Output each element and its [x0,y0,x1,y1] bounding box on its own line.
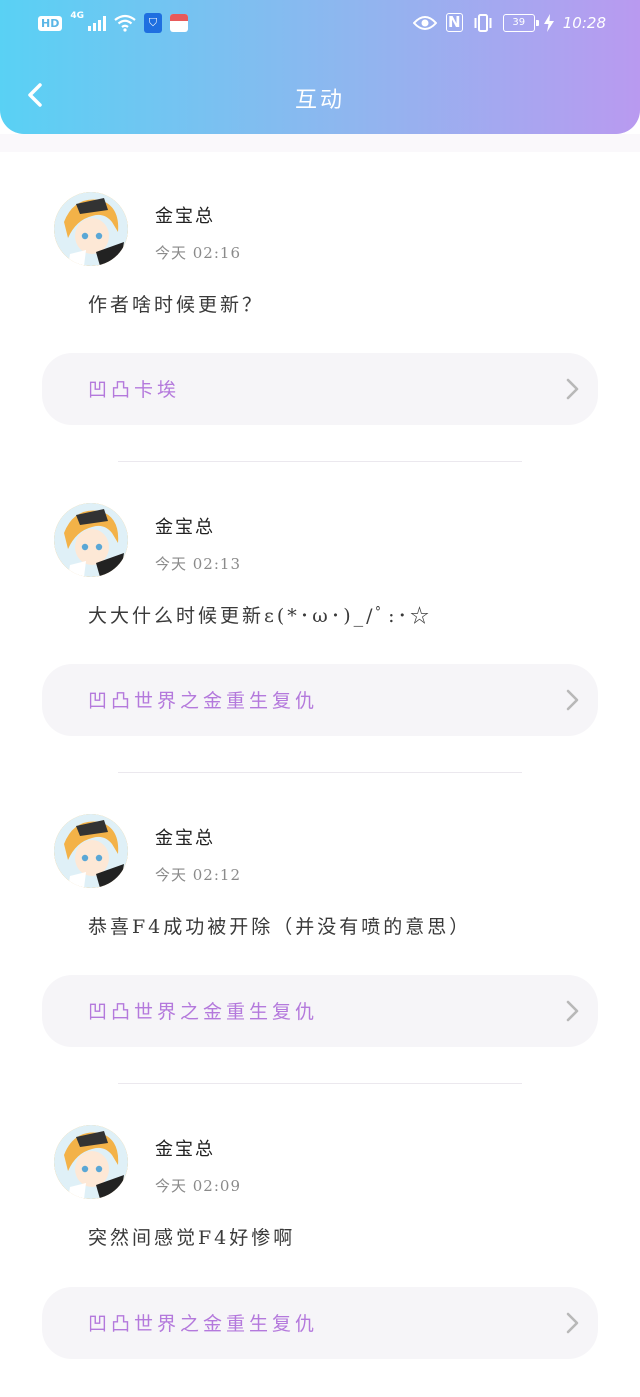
status-time: 10:28 [562,13,606,32]
notification-app-icon [170,14,188,32]
book-title: 凹凸卡埃 [88,379,181,401]
username: 金宝总 [155,206,215,227]
status-left: HD 4G ⛉ [38,11,188,33]
avatar[interactable] [54,1125,128,1199]
security-app-icon: ⛉ [144,13,162,33]
comment-card: 金宝总 今天 02:16 作者啥时候更新？ 凹凸卡埃 [0,152,640,464]
book-link[interactable]: 凹凸世界之金重生复仇 [42,664,598,736]
status-right: N 39 10:28 [412,13,606,32]
comment-text: 作者啥时候更新？ [88,294,265,316]
chevron-right-icon [566,689,579,711]
book-title: 凹凸世界之金重生复仇 [88,1313,319,1335]
comment-time: 今天 02:13 [155,555,241,573]
username: 金宝总 [155,828,215,849]
book-link[interactable]: 凹凸卡埃 [42,353,598,425]
comment-card: 金宝总 今天 02:09 突然间感觉F4好惨啊 凹凸世界之金重生复仇 [0,1085,640,1397]
wifi-icon [114,14,136,32]
comment-text: 大大什么时候更新ε(*･ω･)_/ﾟ:･☆ [88,605,432,627]
book-link[interactable]: 凹凸世界之金重生复仇 [42,1287,598,1359]
header-bar: HD 4G ⛉ N 39 10:28 互动 [0,0,640,134]
book-link[interactable]: 凹凸世界之金重生复仇 [42,975,598,1047]
username: 金宝总 [155,517,215,538]
signal-icon [88,15,106,31]
comment-time: 今天 02:12 [155,866,241,884]
comment-text: 恭喜F4成功被开除（并没有喷的意思） [88,916,472,938]
eye-icon [412,15,437,30]
divider [118,1083,522,1084]
hd-badge: HD [38,15,63,31]
avatar[interactable] [54,814,128,888]
battery-icon: 39 [502,13,539,32]
avatar[interactable] [54,192,128,266]
username: 金宝总 [155,1139,215,1160]
chevron-right-icon [566,378,579,400]
vibrate-icon [474,13,492,32]
comment-time: 今天 02:16 [155,244,241,262]
header-spacer [0,134,640,152]
network-type: 4G [70,11,84,21]
status-bar: HD 4G ⛉ N 39 10:28 [0,0,640,50]
book-title: 凹凸世界之金重生复仇 [88,1001,319,1023]
page-title: 互动 [294,88,345,113]
comment-text: 突然间感觉F4好惨啊 [88,1227,296,1249]
comment-card: 金宝总 今天 02:13 大大什么时候更新ε(*･ω･)_/ﾟ:･☆ 凹凸世界之… [0,463,640,775]
divider [118,772,522,773]
comment-card: 金宝总 今天 02:12 恭喜F4成功被开除（并没有喷的意思） 凹凸世界之金重生… [0,774,640,1086]
chevron-right-icon [566,1312,579,1334]
book-title: 凹凸世界之金重生复仇 [88,690,319,712]
divider [118,461,522,462]
nfc-icon: N [445,13,463,32]
comment-time: 今天 02:09 [155,1177,241,1195]
avatar[interactable] [54,503,128,577]
bolt-icon [543,13,554,32]
chevron-right-icon [566,1000,579,1022]
